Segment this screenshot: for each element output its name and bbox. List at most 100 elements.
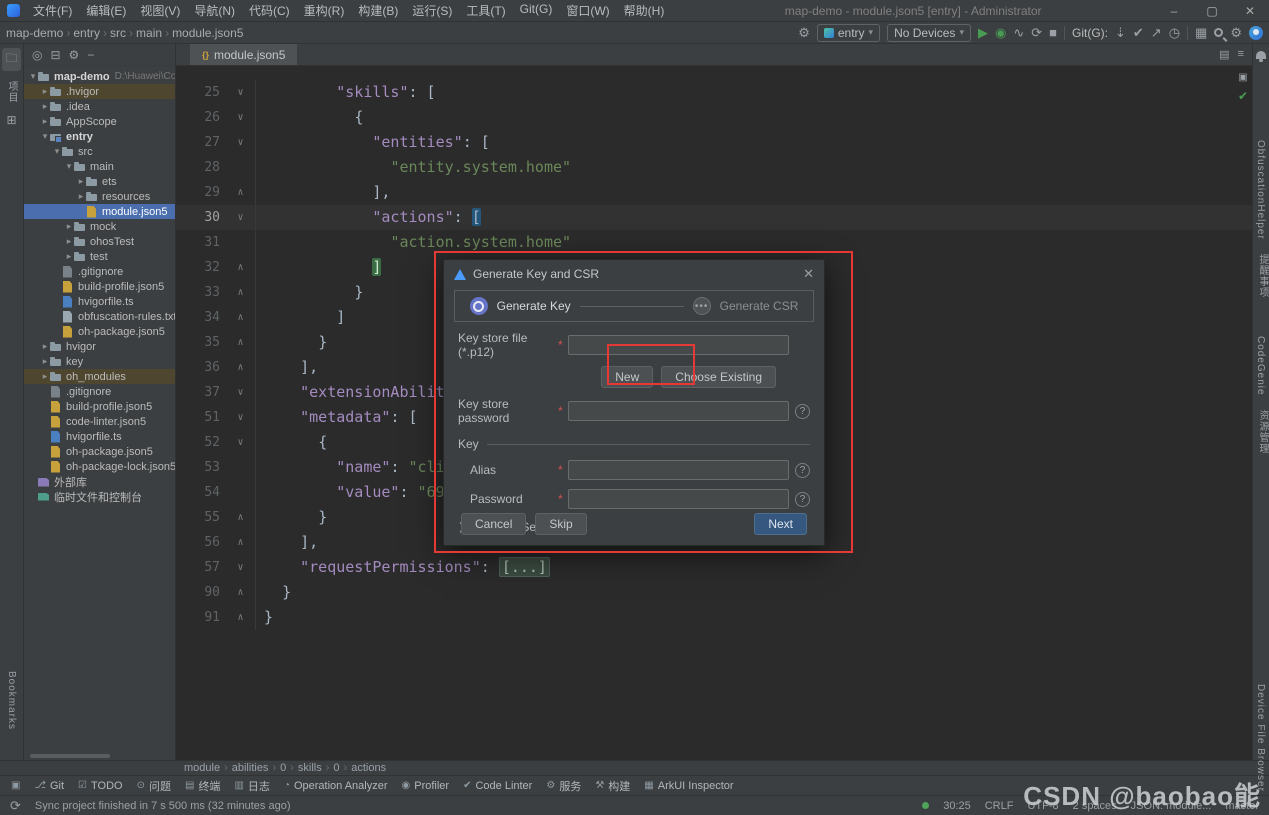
editor-line[interactable]: 27∨ "entities": [	[176, 130, 1252, 155]
tree-item[interactable]: .gitignore	[24, 384, 175, 399]
fold-down-icon[interactable]: ∨	[226, 80, 256, 105]
breadcrumb-item[interactable]: src	[110, 26, 126, 40]
keystore-file-input[interactable]	[568, 335, 789, 355]
encoding[interactable]: UTF-8	[1027, 800, 1058, 812]
editor-line[interactable]: 57∨ "requestPermissions": [...]	[176, 555, 1252, 580]
menu-item[interactable]: 文件(F)	[26, 0, 79, 21]
editor-line[interactable]: 90∧ }	[176, 580, 1252, 605]
fold-up-icon[interactable]: ∧	[226, 355, 256, 380]
tree-expand-icon[interactable]: ▾	[64, 161, 74, 172]
tree-item[interactable]: ▸ets	[24, 174, 175, 189]
line-number[interactable]: 31	[176, 230, 226, 255]
fold-down-icon[interactable]: ∨	[226, 430, 256, 455]
right-tool-button[interactable]: ObfuscationHelper	[1255, 140, 1266, 240]
line-number[interactable]: 25	[176, 80, 226, 105]
tree-item[interactable]: ▸mock	[24, 219, 175, 234]
editor-breadcrumb-item[interactable]: skills	[298, 762, 322, 774]
editor-breadcrumb-item[interactable]: 0	[280, 762, 286, 774]
choose-existing-button[interactable]: Choose Existing	[661, 366, 776, 388]
breadcrumb-item[interactable]: map-demo	[6, 26, 63, 40]
tree-item[interactable]: ▸.idea	[24, 99, 175, 114]
line-ending[interactable]: CRLF	[985, 800, 1014, 812]
fold-gutter[interactable]	[226, 230, 256, 255]
tree-item[interactable]: ▸ohosTest	[24, 234, 175, 249]
tree-item[interactable]: ▸AppScope	[24, 114, 175, 129]
tree-item[interactable]: ▾src	[24, 144, 175, 159]
restart-button[interactable]: ⟳	[1031, 26, 1042, 39]
tree-item[interactable]: obfuscation-rules.txt	[24, 309, 175, 324]
fold-down-icon[interactable]: ∨	[226, 555, 256, 580]
file-type[interactable]: JSON: module...	[1131, 800, 1212, 812]
breadcrumb-item[interactable]: module.json5	[172, 26, 243, 40]
search-icon[interactable]	[1214, 28, 1223, 37]
tree-collapse-icon[interactable]: ▸	[40, 371, 50, 382]
editor-layout-icon[interactable]: ▤	[1219, 48, 1229, 61]
skip-button[interactable]: Skip	[535, 513, 586, 535]
locate-file-icon[interactable]: ◎	[32, 48, 42, 62]
tree-item[interactable]: hvigorfile.ts	[24, 429, 175, 444]
tool-windows-icon[interactable]: ▦	[1195, 26, 1207, 39]
git-history-icon[interactable]: ◷	[1169, 26, 1180, 39]
keystore-password-input[interactable]	[568, 401, 789, 421]
project-tool-button[interactable]: 🗀	[2, 48, 20, 71]
tree-item[interactable]: ▾map-demoD:\Huawei\Code	[24, 69, 175, 84]
key-password-input[interactable]	[568, 489, 789, 509]
fold-up-icon[interactable]: ∧	[226, 305, 256, 330]
line-number[interactable]: 91	[176, 605, 226, 630]
sync-icon[interactable]: ⟳	[10, 799, 21, 812]
fold-up-icon[interactable]: ∧	[226, 580, 256, 605]
git-commit-icon[interactable]: ✔	[1133, 26, 1144, 39]
editor-breadcrumb-item[interactable]: actions	[351, 762, 386, 774]
editor-breadcrumb-item[interactable]: abilities	[232, 762, 269, 774]
tree-item[interactable]: ▸.hvigor	[24, 84, 175, 99]
tree-collapse-icon[interactable]: ▸	[64, 221, 74, 232]
dialog-close-icon[interactable]: ✕	[803, 266, 814, 282]
bookmarks-tool-button[interactable]: Bookmarks	[6, 671, 17, 730]
menu-item[interactable]: 帮助(H)	[617, 0, 672, 21]
panel-settings-icon[interactable]: ⚙	[69, 48, 80, 62]
collapse-all-icon[interactable]: ⊟	[50, 48, 60, 62]
caret-position[interactable]: 30:25	[943, 800, 971, 812]
tree-item[interactable]: 外部库	[24, 474, 175, 489]
tree-collapse-icon[interactable]: ▸	[40, 356, 50, 367]
stop-button[interactable]: ■	[1049, 26, 1057, 39]
tree-expand-icon[interactable]: ▾	[52, 146, 62, 157]
tree-collapse-icon[interactable]: ▸	[76, 176, 86, 187]
tree-collapse-icon[interactable]: ▸	[64, 251, 74, 262]
toolwindow-todo[interactable]: ☑TODO	[71, 776, 130, 795]
menu-item[interactable]: 重构(R)	[297, 0, 352, 21]
minimize-button[interactable]: –	[1155, 2, 1193, 20]
line-number[interactable]: 55	[176, 505, 226, 530]
tree-item[interactable]: oh-package-lock.json5	[24, 459, 175, 474]
editor-breadcrumb-item[interactable]: module	[184, 762, 220, 774]
indent-setting[interactable]: 2 spaces	[1073, 800, 1117, 812]
line-number[interactable]: 36	[176, 355, 226, 380]
menu-item[interactable]: 构建(B)	[351, 0, 405, 21]
tree-expand-icon[interactable]: ▾	[40, 131, 50, 142]
next-button[interactable]: Next	[754, 513, 807, 535]
menu-item[interactable]: 编辑(E)	[79, 0, 133, 21]
inspection-widget-icon[interactable]: ▣	[1238, 72, 1247, 83]
tree-collapse-icon[interactable]: ▸	[76, 191, 86, 202]
run-config-select[interactable]: entry ▾	[817, 24, 880, 42]
toolwindow-profiler[interactable]: ◉Profiler	[395, 776, 457, 795]
project-tool-label[interactable]: 项目	[4, 81, 19, 103]
fold-up-icon[interactable]: ∧	[226, 180, 256, 205]
fold-down-icon[interactable]: ∨	[226, 380, 256, 405]
fold-down-icon[interactable]: ∨	[226, 205, 256, 230]
line-number[interactable]: 37	[176, 380, 226, 405]
hide-panel-icon[interactable]: −	[87, 48, 94, 62]
device-manager-icon[interactable]: ⚙	[798, 26, 810, 39]
profile-avatar[interactable]	[1249, 26, 1263, 40]
toolwindow-analyzer[interactable]: ◔Operation Analyzer	[277, 776, 395, 795]
tree-item[interactable]: ▸hvigor	[24, 339, 175, 354]
toolwindow-log[interactable]: ▥日志	[227, 776, 276, 795]
toolwindow-services[interactable]: ⚙服务	[539, 776, 588, 795]
line-number[interactable]: 51	[176, 405, 226, 430]
line-number[interactable]: 90	[176, 580, 226, 605]
tree-item[interactable]: ▸resources	[24, 189, 175, 204]
line-number[interactable]: 30	[176, 205, 226, 230]
tree-item[interactable]: build-profile.json5	[24, 279, 175, 294]
line-number[interactable]: 33	[176, 280, 226, 305]
right-tool-button[interactable]: 提醒事项	[1255, 254, 1269, 298]
